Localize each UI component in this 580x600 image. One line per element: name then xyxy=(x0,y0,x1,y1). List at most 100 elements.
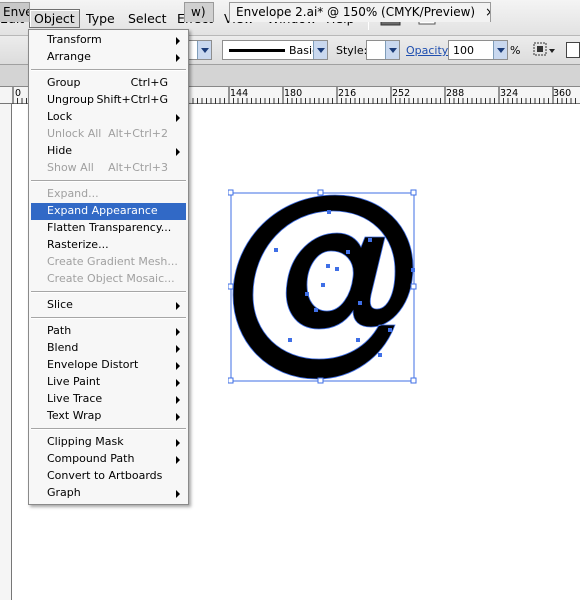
menu-item-lock[interactable]: Lock xyxy=(31,109,186,126)
menu-item-text-wrap[interactable]: Text Wrap xyxy=(31,408,186,425)
menu-item-label: Unlock All xyxy=(47,127,102,140)
menu-item-arrange[interactable]: Arrange xyxy=(31,49,186,66)
submenu-arrow-icon xyxy=(176,302,180,310)
tab-label: Envelope 2.ai* @ 150% (CMYK/Preview) xyxy=(236,5,476,19)
menu-item-shortcut: Shift+Ctrl+G xyxy=(96,93,168,106)
menu-separator xyxy=(31,428,186,430)
transform-icon[interactable] xyxy=(566,42,580,58)
submenu-arrow-icon xyxy=(176,456,180,464)
menu-item-slice[interactable]: Slice xyxy=(31,297,186,314)
at-sign-artwork[interactable] xyxy=(227,188,418,386)
ruler-label: 288 xyxy=(446,88,465,99)
chevron-down-icon xyxy=(385,41,399,59)
menu-item-label: Show All xyxy=(47,161,94,174)
align-options-button[interactable] xyxy=(532,41,558,59)
menu-item-path[interactable]: Path xyxy=(31,323,186,340)
menu-item-label: Group xyxy=(47,76,81,89)
submenu-arrow-icon xyxy=(176,362,180,370)
menu-item-transform[interactable]: Transform xyxy=(31,32,186,49)
menu-item-hide[interactable]: Hide xyxy=(31,143,186,160)
submenu-arrow-icon xyxy=(176,328,180,336)
ruler-label: 180 xyxy=(284,88,303,99)
menu-item-live-trace[interactable]: Live Trace xyxy=(31,391,186,408)
menu-item-label: Slice xyxy=(47,298,73,311)
menu-item-ungroup[interactable]: Ungroup Shift+Ctrl+G xyxy=(31,92,186,109)
opacity-input[interactable]: 100 xyxy=(448,40,508,60)
menu-item-blend[interactable]: Blend xyxy=(31,340,186,357)
tab-envelope-2[interactable]: Envelope 2.ai* @ 150% (CMYK/Preview) × xyxy=(229,2,491,22)
menu-item-group[interactable]: Group Ctrl+G xyxy=(31,75,186,92)
menu-item-clipping-mask[interactable]: Clipping Mask xyxy=(31,434,186,451)
submenu-arrow-icon xyxy=(176,396,180,404)
menu-separator xyxy=(31,180,186,182)
menu-item-label: Lock xyxy=(47,110,73,123)
menu-item-label: Arrange xyxy=(47,50,91,63)
ruler-label: 0 xyxy=(15,88,22,99)
submenu-arrow-icon xyxy=(176,439,180,447)
menu-object[interactable]: Object xyxy=(29,9,80,28)
menu-item-label: Ungroup xyxy=(47,93,94,106)
menu-item-label: Live Trace xyxy=(47,392,103,405)
style-label: Style: xyxy=(336,44,368,57)
menu-item-envelope-distort[interactable]: Envelope Distort xyxy=(31,357,186,374)
tab-envelope-1-tail[interactable]: w) xyxy=(184,2,214,22)
vertical-ruler[interactable] xyxy=(0,104,12,600)
menu-type[interactable]: Type xyxy=(82,9,119,28)
menu-item-rasterize[interactable]: Rasterize... xyxy=(31,237,186,254)
menu-item-create-gradient-mesh: Create Gradient Mesh... xyxy=(31,254,186,271)
menu-item-flatten-transparency[interactable]: Flatten Transparency... xyxy=(31,220,186,237)
menu-item-label: Text Wrap xyxy=(47,409,102,422)
at-sign-icon xyxy=(227,189,417,384)
menu-item-label: Flatten Transparency... xyxy=(47,221,172,234)
close-icon[interactable]: × xyxy=(485,3,490,22)
menu-item-label: Clipping Mask xyxy=(47,435,124,448)
menu-item-label: Create Object Mosaic... xyxy=(47,272,175,285)
menu-item-compound-path[interactable]: Compound Path xyxy=(31,451,186,468)
opacity-link[interactable]: Opacity: xyxy=(406,44,451,57)
menu-item-convert-to-artboards[interactable]: Convert to Artboards xyxy=(31,468,186,485)
opacity-value: 100 xyxy=(453,44,474,57)
menu-item-label: Live Paint xyxy=(47,375,101,388)
menu-item-label: Expand Appearance xyxy=(47,204,158,217)
submenu-arrow-icon xyxy=(176,379,180,387)
tab-envelope-1[interactable]: Envelop xyxy=(0,2,30,22)
stroke-profile-preview xyxy=(229,49,285,52)
menu-separator xyxy=(31,317,186,319)
chevron-down-icon xyxy=(313,41,327,59)
menu-item-graph[interactable]: Graph xyxy=(31,485,186,502)
graphic-style-dropdown[interactable] xyxy=(366,40,400,60)
submenu-arrow-icon xyxy=(176,37,180,45)
menu-select[interactable]: Select xyxy=(124,9,171,28)
ruler-label: 252 xyxy=(392,88,411,99)
menu-item-shortcut: Alt+Ctrl+3 xyxy=(108,161,168,174)
percent-sign: % xyxy=(510,44,521,57)
submenu-arrow-icon xyxy=(176,54,180,62)
menu-item-shortcut: Ctrl+G xyxy=(130,76,168,89)
submenu-arrow-icon xyxy=(176,490,180,498)
menu-item-create-object-mosaic: Create Object Mosaic... xyxy=(31,271,186,288)
object-menu-dropdown: Transform Arrange Group Ctrl+G Ungroup Shift+… xyxy=(28,29,189,505)
menu-item-live-paint[interactable]: Live Paint xyxy=(31,374,186,391)
menu-item-expand-appearance[interactable]: Expand Appearance xyxy=(31,203,186,220)
ruler-label: 360 xyxy=(553,88,572,99)
menu-separator xyxy=(31,69,186,71)
menu-item-label: Graph xyxy=(47,486,81,499)
menu-item-unlock-all: Unlock All Alt+Ctrl+2 xyxy=(31,126,186,143)
menu-item-label: Hide xyxy=(47,144,73,157)
menu-item-expand: Expand... xyxy=(31,186,186,203)
menu-item-label: Convert to Artboards xyxy=(47,469,163,482)
menu-item-show-all: Show All Alt+Ctrl+3 xyxy=(31,160,186,177)
submenu-arrow-icon xyxy=(176,413,180,421)
menu-item-label: Blend xyxy=(47,341,79,354)
ruler-label: 144 xyxy=(230,88,249,99)
submenu-arrow-icon xyxy=(176,148,180,156)
menu-item-label: Expand... xyxy=(47,187,99,200)
menu-item-label: Create Gradient Mesh... xyxy=(47,255,178,268)
menu-item-label: Path xyxy=(47,324,72,337)
variable-width-profile-dropdown[interactable]: Basic xyxy=(222,40,328,60)
submenu-arrow-icon xyxy=(176,345,180,353)
menu-item-label: Compound Path xyxy=(47,452,135,465)
menu-item-shortcut: Alt+Ctrl+2 xyxy=(108,127,168,140)
menu-separator xyxy=(31,291,186,293)
chevron-right-icon[interactable] xyxy=(493,41,507,59)
